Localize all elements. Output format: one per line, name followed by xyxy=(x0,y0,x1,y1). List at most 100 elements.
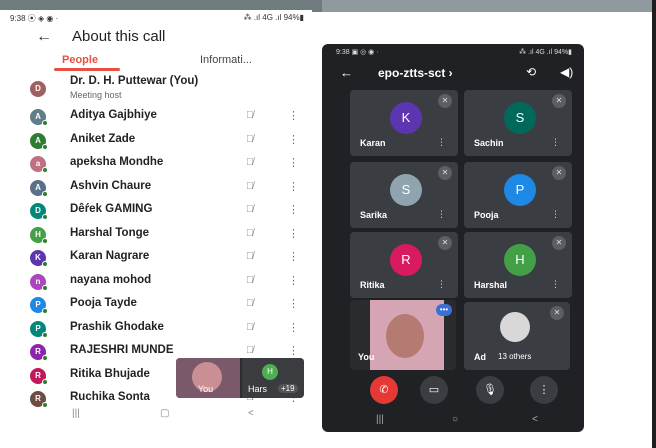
switch-camera-icon[interactable]: ⟲ xyxy=(526,65,536,79)
pip-count-badge: +19 xyxy=(278,384,298,393)
others-tile[interactable]: ✕ Ad 13 others xyxy=(464,302,570,370)
mic-off-icon: 🎙̸ xyxy=(246,251,254,262)
participant-row[interactable]: A Ashvin Chaure 🎙̸ ⋮ xyxy=(0,176,312,199)
participant-row[interactable]: P Pooja Tayde 🎙̸ ⋮ xyxy=(0,293,312,316)
avatar: P xyxy=(30,320,48,338)
avatar: R xyxy=(30,367,48,385)
more-options-icon[interactable]: ⋮ xyxy=(288,203,299,216)
more-options-button[interactable]: ⋮ xyxy=(530,376,558,404)
home-nav-icon[interactable]: ○ xyxy=(452,414,458,425)
pip-other-label: Hars xyxy=(248,384,268,394)
host-row[interactable]: D Dr. D. H. Puttewar (You) Meeting host xyxy=(0,74,312,104)
back-arrow-icon[interactable]: ← xyxy=(340,65,353,80)
mic-off-icon: 🎙̸ xyxy=(246,180,254,192)
self-video-tile[interactable]: ••• You xyxy=(350,300,456,370)
self-face xyxy=(386,314,424,358)
picture-in-picture-window[interactable]: You H Hars +19 xyxy=(176,358,304,398)
participant-name: Ashvin Chaure xyxy=(70,179,152,192)
tab-information[interactable]: Informati... xyxy=(200,54,252,66)
participant-name: nayana mohod xyxy=(70,273,152,286)
avatar: R xyxy=(30,344,48,361)
more-options-icon[interactable]: ⋮ xyxy=(437,279,446,290)
participant-name: Aniket Zade xyxy=(70,132,136,145)
mic-off-icon: ✕ xyxy=(552,166,566,180)
home-nav-icon[interactable]: ▢ xyxy=(160,408,169,419)
more-options-icon[interactable]: ⋮ xyxy=(437,137,446,148)
back-nav-icon[interactable]: < xyxy=(248,408,254,419)
tab-bar: People Informati... xyxy=(0,54,312,74)
more-options-icon[interactable]: ⋮ xyxy=(551,209,560,220)
participant-row[interactable]: a apeksha Mondhe 🎙̸ ⋮ xyxy=(0,152,312,175)
recents-nav-icon[interactable]: ||| xyxy=(72,408,80,419)
more-options-icon[interactable]: ⋮ xyxy=(288,344,299,357)
more-bubble-icon[interactable]: ••• xyxy=(436,304,452,316)
more-options-icon[interactable]: ⋮ xyxy=(288,297,299,310)
camera-toggle-button[interactable]: ▭ xyxy=(420,376,448,404)
avatar: A xyxy=(30,179,48,197)
participant-tile[interactable]: ✕ K Karan ⋮ xyxy=(350,90,458,156)
screenshot-composite: 9:38 ⦿ ◈ ◉ · ⁂ .ıl 4G .ıl 94%▮ ← About t… xyxy=(0,0,656,448)
status-time: 9:38 ⦿ ◈ ◉ · xyxy=(10,14,59,23)
others-avatar xyxy=(500,312,530,342)
avatar: D xyxy=(30,203,48,220)
mic-off-icon: 🎙̸ xyxy=(246,227,254,239)
back-nav-icon[interactable]: < xyxy=(532,414,538,425)
active-tab-indicator xyxy=(54,68,120,71)
participant-row[interactable]: P Prashik Ghodake 🎙̸ ⋮ xyxy=(0,317,312,340)
mic-off-icon: ✕ xyxy=(438,166,452,180)
mic-off-icon: 🎙̸ xyxy=(246,274,254,286)
more-options-icon[interactable]: ⋮ xyxy=(288,133,299,146)
participant-tile[interactable]: ✕ S Sarika ⋮ xyxy=(350,162,458,228)
tab-people[interactable]: People xyxy=(62,54,98,66)
more-options-icon[interactable]: ⋮ xyxy=(288,109,299,122)
avatar: n xyxy=(30,273,48,291)
more-options-icon[interactable]: ⋮ xyxy=(551,279,560,290)
participant-name: Harshal Tonge xyxy=(70,226,150,239)
participant-row[interactable]: K Karan Nagrare 🎙̸ ⋮ xyxy=(0,246,312,269)
pip-other-tile: H Hars +19 xyxy=(242,358,304,398)
meeting-header: ← epo-ztts-sct › ⟲ ◀) xyxy=(322,62,584,84)
more-options-icon[interactable]: ⋮ xyxy=(288,156,299,169)
recents-nav-icon[interactable]: ||| xyxy=(376,414,384,425)
avatar: K xyxy=(30,250,48,267)
mic-off-icon: ✕ xyxy=(552,236,566,250)
right-border xyxy=(652,0,656,448)
pip-avatar: H xyxy=(262,364,278,380)
participant-row[interactable]: n nayana mohod 🎙̸ ⋮ xyxy=(0,270,312,293)
participant-name: Dr. D. H. Puttewar (You) xyxy=(70,75,199,87)
more-options-icon[interactable]: ⋮ xyxy=(288,250,299,263)
more-options-icon[interactable]: ⋮ xyxy=(288,180,299,193)
participant-row[interactable]: A Aditya Gajbhiye 🎙̸ ⋮ xyxy=(0,105,312,128)
meeting-code[interactable]: epo-ztts-sct › xyxy=(378,66,453,80)
mic-off-icon: 🎙̸ xyxy=(246,204,254,215)
mic-off-icon: 🎙̸ xyxy=(246,345,254,356)
left-phone-screen: 9:38 ⦿ ◈ ◉ · ⁂ .ıl 4G .ıl 94%▮ ← About t… xyxy=(0,10,312,448)
status-icons: ⁂ .ıl 4G .ıl 94%▮ xyxy=(519,49,572,56)
page-title: About this call xyxy=(72,28,166,45)
more-options-icon[interactable]: ⋮ xyxy=(551,137,560,148)
participant-name: Ritika Bhujade xyxy=(70,367,150,380)
avatar: A xyxy=(30,132,48,150)
more-options-icon[interactable]: ⋮ xyxy=(437,209,446,220)
avatar: K xyxy=(390,102,422,134)
more-options-icon[interactable]: ⋮ xyxy=(288,227,299,240)
participant-tile[interactable]: ✕ R Ritika ⋮ xyxy=(350,232,458,298)
speaker-icon[interactable]: ◀) xyxy=(560,65,573,79)
participant-tile[interactable]: ✕ P Pooja ⋮ xyxy=(464,162,572,228)
participant-row[interactable]: H Harshal Tonge 🎙̸ ⋮ xyxy=(0,223,312,246)
participant-row[interactable]: D Dêŕek GAMING 🎙̸ ⋮ xyxy=(0,199,312,222)
mic-off-icon: 🎙̸ xyxy=(246,157,254,168)
back-arrow-icon[interactable]: ← xyxy=(36,28,52,46)
more-options-icon[interactable]: ⋮ xyxy=(288,274,299,287)
participant-name: RAJESHRI MUNDE xyxy=(70,344,174,356)
more-options-icon[interactable]: ⋮ xyxy=(288,321,299,334)
pip-self-video: You xyxy=(176,358,240,398)
participant-tile[interactable]: ✕ S Sachin ⋮ xyxy=(464,90,572,156)
status-time: 9:38 ▣ ◎ ◉ · xyxy=(336,49,379,56)
participant-row[interactable]: A Aniket Zade 🎙̸ ⋮ xyxy=(0,129,312,152)
participant-tile[interactable]: ✕ H Harshal ⋮ xyxy=(464,232,572,298)
end-call-button[interactable]: ✆ xyxy=(370,376,398,404)
avatar: a xyxy=(30,156,48,173)
mic-toggle-button[interactable]: 🎙 xyxy=(476,376,504,404)
pip-you-label: You xyxy=(198,384,214,394)
